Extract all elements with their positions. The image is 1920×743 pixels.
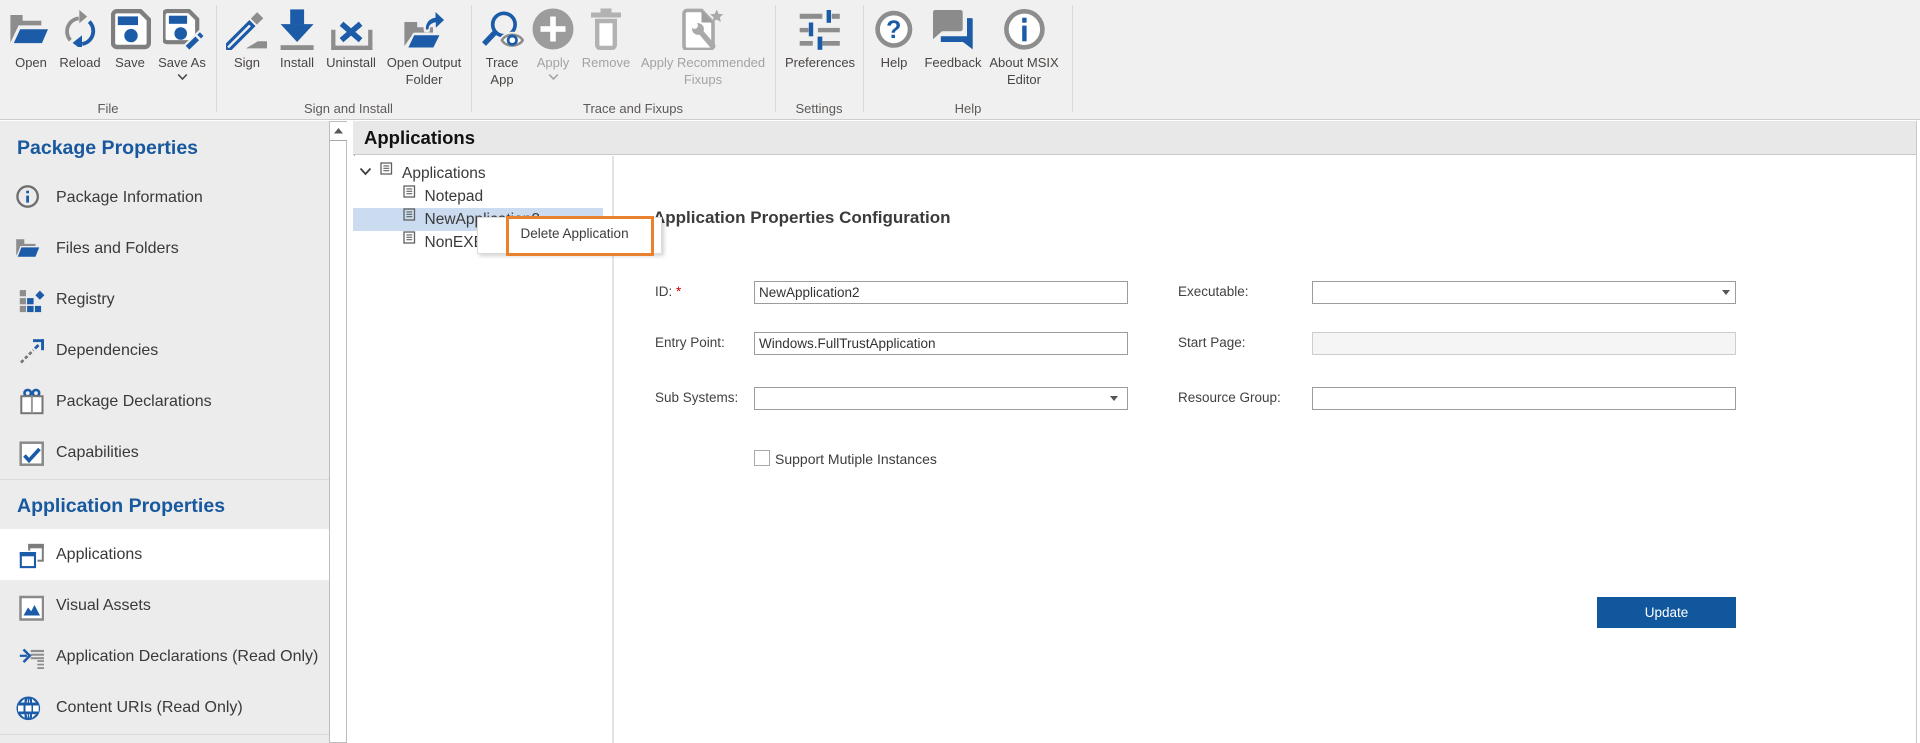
- svg-text:?: ?: [886, 16, 901, 44]
